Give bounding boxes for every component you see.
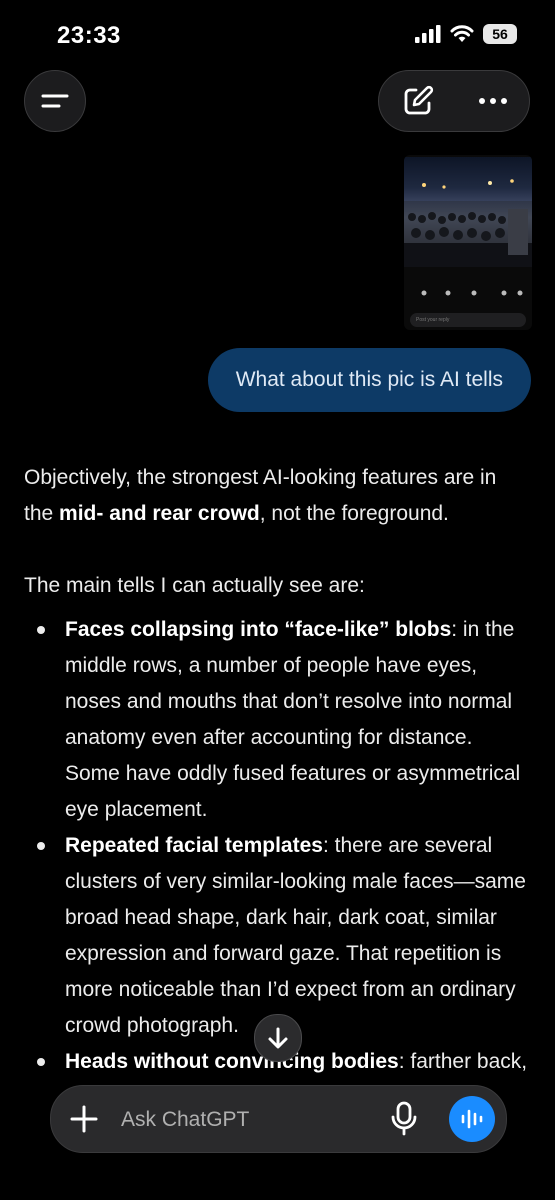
scroll-to-bottom-button[interactable] bbox=[254, 1014, 302, 1062]
more-button[interactable] bbox=[478, 97, 508, 105]
new-chat-button[interactable] bbox=[401, 84, 435, 118]
status-time: 23:33 bbox=[57, 22, 121, 49]
attached-image[interactable]: Post your reply bbox=[404, 155, 532, 330]
signal-icon bbox=[415, 25, 441, 43]
voice-mode-button[interactable] bbox=[449, 1096, 495, 1142]
top-bar bbox=[0, 70, 555, 132]
top-actions bbox=[378, 70, 530, 132]
response-lead: The main tells I can actually see are: bbox=[24, 574, 365, 597]
arrow-down-icon bbox=[268, 1027, 288, 1049]
post-action-bar bbox=[421, 290, 523, 296]
user-message-text: What about this pic is AI tells bbox=[235, 368, 503, 391]
composer bbox=[50, 1085, 507, 1154]
menu-icon bbox=[41, 94, 69, 108]
voice-mode-icon bbox=[461, 1109, 483, 1129]
message-input[interactable] bbox=[119, 1086, 373, 1154]
new-chat-icon bbox=[404, 85, 433, 115]
menu-button[interactable] bbox=[24, 70, 86, 132]
more-icon bbox=[478, 98, 507, 104]
crowd-photo bbox=[404, 157, 532, 267]
battery-indicator: 56 bbox=[483, 24, 517, 44]
crowd-photo-detail bbox=[404, 179, 532, 267]
attach-button[interactable] bbox=[67, 1102, 101, 1136]
list-item: Faces collapsing into “face-like” blobs:… bbox=[24, 612, 529, 828]
dictate-button[interactable] bbox=[389, 1101, 419, 1137]
plus-icon bbox=[70, 1105, 98, 1133]
microphone-icon bbox=[391, 1101, 417, 1136]
response-intro: Objectively, the strongest AI-looking fe… bbox=[24, 466, 497, 525]
list-item: Repeated facial templates: there are sev… bbox=[24, 828, 529, 1044]
reply-field: Post your reply bbox=[410, 313, 526, 327]
user-message: What about this pic is AI tells bbox=[207, 348, 531, 412]
status-bar: 23:33 56 bbox=[0, 0, 555, 70]
wifi-icon bbox=[450, 25, 474, 42]
